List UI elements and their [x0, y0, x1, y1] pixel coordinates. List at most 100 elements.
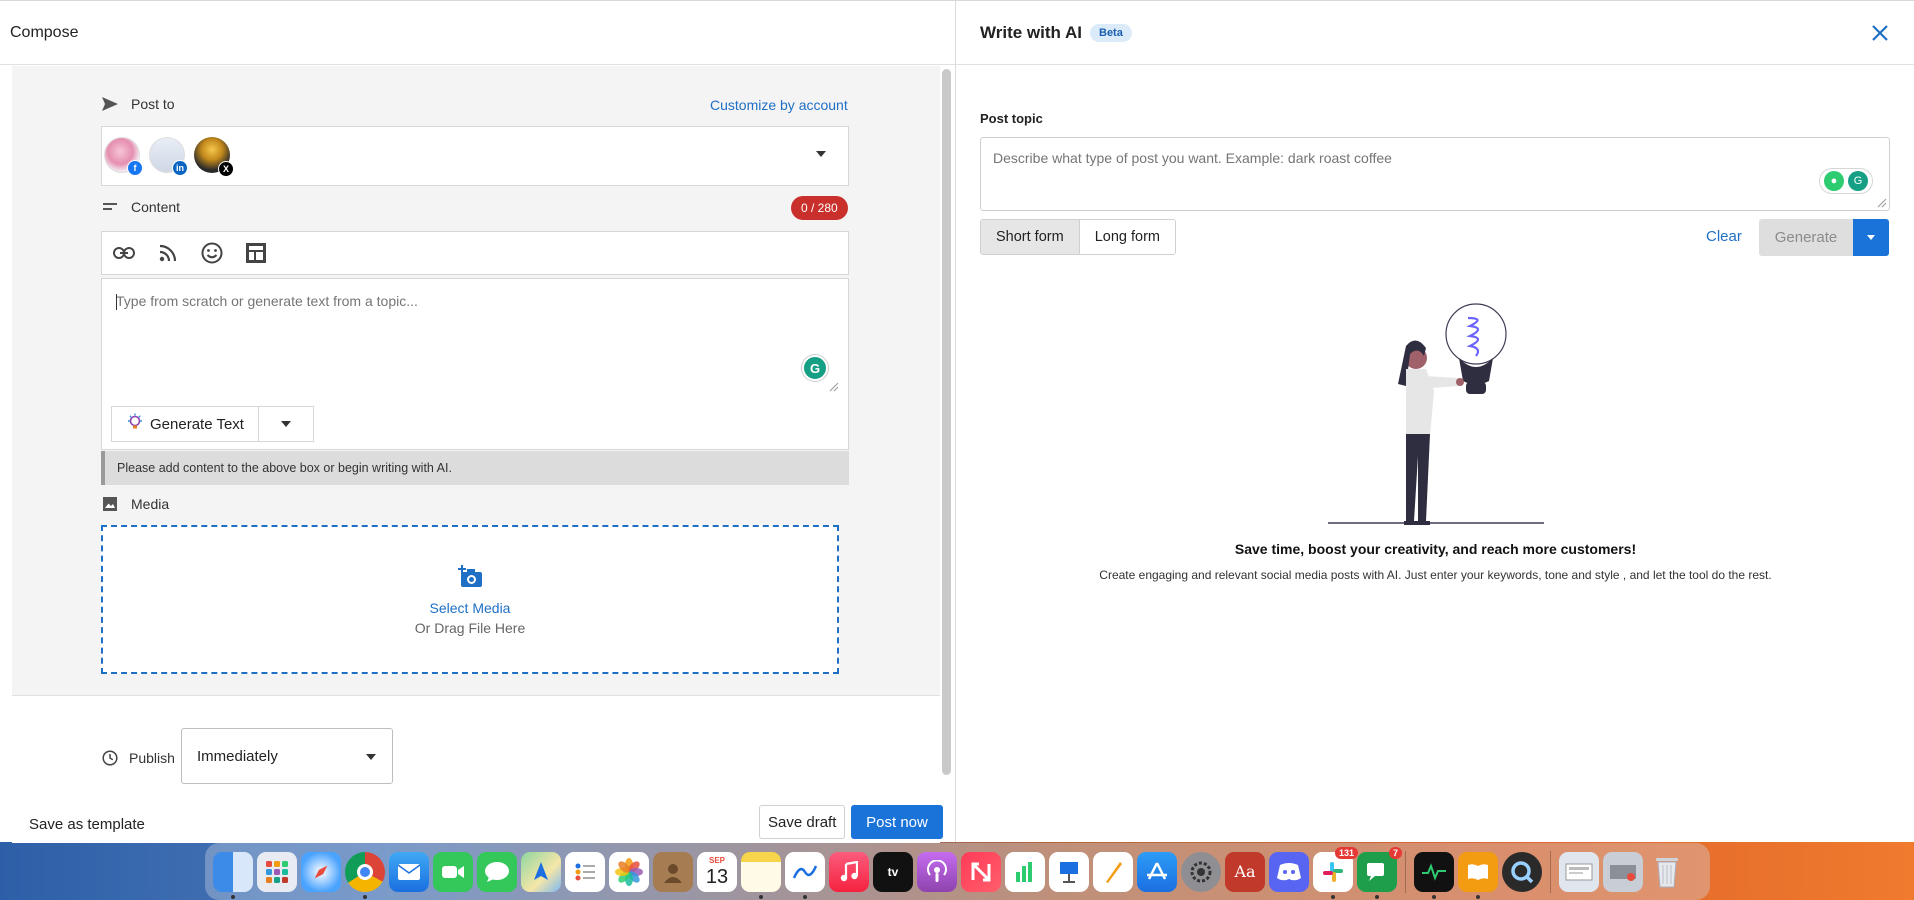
- generate-text-dropdown[interactable]: [259, 407, 313, 441]
- save-as-template-button[interactable]: Save as template: [29, 816, 145, 833]
- app-store-icon[interactable]: [1137, 851, 1177, 892]
- launchpad-icon[interactable]: [257, 851, 297, 892]
- save-draft-button[interactable]: Save draft: [759, 805, 846, 839]
- compose-title: Compose: [10, 23, 79, 41]
- emoji-icon[interactable]: [200, 241, 224, 265]
- post-topic-box[interactable]: ● G: [980, 137, 1890, 211]
- dock-separator: [1405, 850, 1406, 893]
- account-selector[interactable]: f in X: [101, 126, 849, 186]
- close-icon[interactable]: [1870, 23, 1890, 43]
- generate-dropdown[interactable]: [1853, 219, 1889, 256]
- books-icon[interactable]: [1458, 851, 1498, 899]
- woman-with-lightbulb-illustration: [1328, 303, 1544, 525]
- publish-timing-value: Immediately: [197, 747, 278, 765]
- contacts-icon[interactable]: [653, 851, 693, 892]
- accounts-dropdown-caret-icon[interactable]: [816, 151, 826, 157]
- rss-icon[interactable]: [156, 241, 180, 265]
- maps-icon[interactable]: [521, 851, 561, 892]
- avatar-x-account[interactable]: X: [194, 137, 234, 177]
- chevron-down-icon: [366, 754, 376, 760]
- publish-label: Publish: [129, 750, 175, 766]
- clock-icon: [101, 749, 119, 767]
- media-dropzone[interactable]: Select Media Or Drag File Here: [101, 525, 839, 674]
- trash-icon[interactable]: [1647, 852, 1687, 892]
- apple-tv-icon[interactable]: tv: [873, 851, 913, 892]
- short-form-option[interactable]: Short form: [981, 220, 1079, 254]
- text-lines-icon: [101, 198, 119, 216]
- discord-icon[interactable]: [1269, 851, 1309, 892]
- safari-icon[interactable]: [301, 851, 341, 892]
- activity-monitor-icon[interactable]: [1414, 851, 1454, 899]
- avatar-linkedin-account[interactable]: in: [149, 137, 188, 176]
- long-form-option[interactable]: Long form: [1078, 220, 1175, 254]
- news-icon[interactable]: [961, 851, 1001, 892]
- chevron-down-icon: [280, 421, 291, 427]
- lightbulb-icon: [126, 413, 144, 435]
- compose-scrollbar[interactable]: [942, 69, 951, 775]
- downloads-stack-icon[interactable]: [1559, 851, 1599, 892]
- resize-handle-icon[interactable]: [1877, 198, 1887, 208]
- publish-row: Publish: [101, 749, 175, 767]
- messages-notification-badge: 7: [1388, 846, 1402, 859]
- generate-text-button[interactable]: Generate Text: [112, 407, 259, 441]
- drag-file-hint: Or Drag File Here: [414, 620, 526, 636]
- podcasts-icon[interactable]: [917, 851, 957, 892]
- select-media-link[interactable]: Select Media: [430, 600, 511, 616]
- quicktime-icon[interactable]: [1502, 851, 1542, 892]
- avatar-facebook-account[interactable]: f: [104, 137, 143, 176]
- generate-button[interactable]: Generate: [1759, 219, 1853, 256]
- reminders-icon[interactable]: [565, 851, 605, 892]
- clear-button[interactable]: Clear: [1706, 228, 1742, 245]
- character-count-badge: 0 / 280: [791, 196, 848, 220]
- x-icon: X: [218, 161, 234, 177]
- finder-icon[interactable]: [213, 851, 253, 899]
- resize-handle-icon[interactable]: [829, 382, 839, 392]
- compose-panel: Compose Post to Customize by account f i…: [0, 0, 955, 843]
- keynote-icon[interactable]: [1049, 851, 1089, 892]
- add-photo-icon: [456, 563, 484, 592]
- messages-icon[interactable]: [477, 851, 517, 892]
- media-label: Media: [131, 496, 170, 512]
- topic-assist-icons: ● G: [1819, 168, 1873, 194]
- publish-timing-select[interactable]: Immediately: [181, 728, 393, 784]
- numbers-icon[interactable]: [1005, 851, 1045, 892]
- ai-headline: Save time, boost your creativity, and re…: [1234, 541, 1637, 557]
- post-topic-label: Post topic: [980, 111, 1043, 126]
- slack-icon[interactable]: 131: [1313, 846, 1358, 899]
- grammarly-icon[interactable]: G: [802, 355, 828, 381]
- post-topic-input[interactable]: [993, 150, 1843, 166]
- beta-badge: Beta: [1090, 23, 1132, 42]
- post-now-button[interactable]: Post now: [851, 805, 943, 839]
- post-to-row: Post to: [101, 95, 175, 113]
- content-warning: Please add content to the above box or b…: [101, 451, 849, 485]
- media-row: Media: [101, 495, 169, 513]
- idea-bulb-icon[interactable]: ●: [1824, 171, 1844, 191]
- system-settings-icon[interactable]: [1181, 851, 1221, 892]
- notes-icon[interactable]: [741, 851, 781, 899]
- recent-stack-icon[interactable]: [1603, 851, 1643, 892]
- chrome-icon[interactable]: [345, 851, 385, 899]
- photos-icon[interactable]: [609, 851, 649, 892]
- content-textarea[interactable]: [116, 293, 816, 393]
- grammarly-icon[interactable]: G: [1848, 171, 1868, 191]
- macos-dock: SEP 13 tv Aa 131 7: [205, 843, 1710, 900]
- calendar-icon[interactable]: SEP 13: [697, 851, 737, 892]
- generate-group: Generate: [1759, 219, 1889, 256]
- customize-by-account-link[interactable]: Customize by account: [710, 97, 848, 113]
- content-editor[interactable]: G Generate Text: [101, 278, 849, 450]
- messages-chat-icon[interactable]: 7: [1357, 846, 1402, 899]
- post-to-label: Post to: [131, 96, 175, 112]
- dictionary-icon[interactable]: Aa: [1225, 851, 1265, 892]
- link-icon[interactable]: [112, 241, 136, 265]
- mail-icon[interactable]: [389, 851, 429, 892]
- calendar-day: 13: [705, 865, 729, 888]
- pages-icon[interactable]: [1093, 851, 1133, 892]
- template-layout-icon[interactable]: [244, 241, 268, 265]
- facetime-icon[interactable]: [433, 851, 473, 892]
- section-divider: [12, 695, 940, 696]
- music-icon[interactable]: [829, 851, 869, 892]
- generate-text-label: Generate Text: [150, 415, 244, 433]
- post-length-toggle: Short form Long form: [980, 219, 1176, 255]
- freeform-icon[interactable]: [785, 851, 825, 899]
- ai-header: Write with AI Beta: [956, 1, 1914, 65]
